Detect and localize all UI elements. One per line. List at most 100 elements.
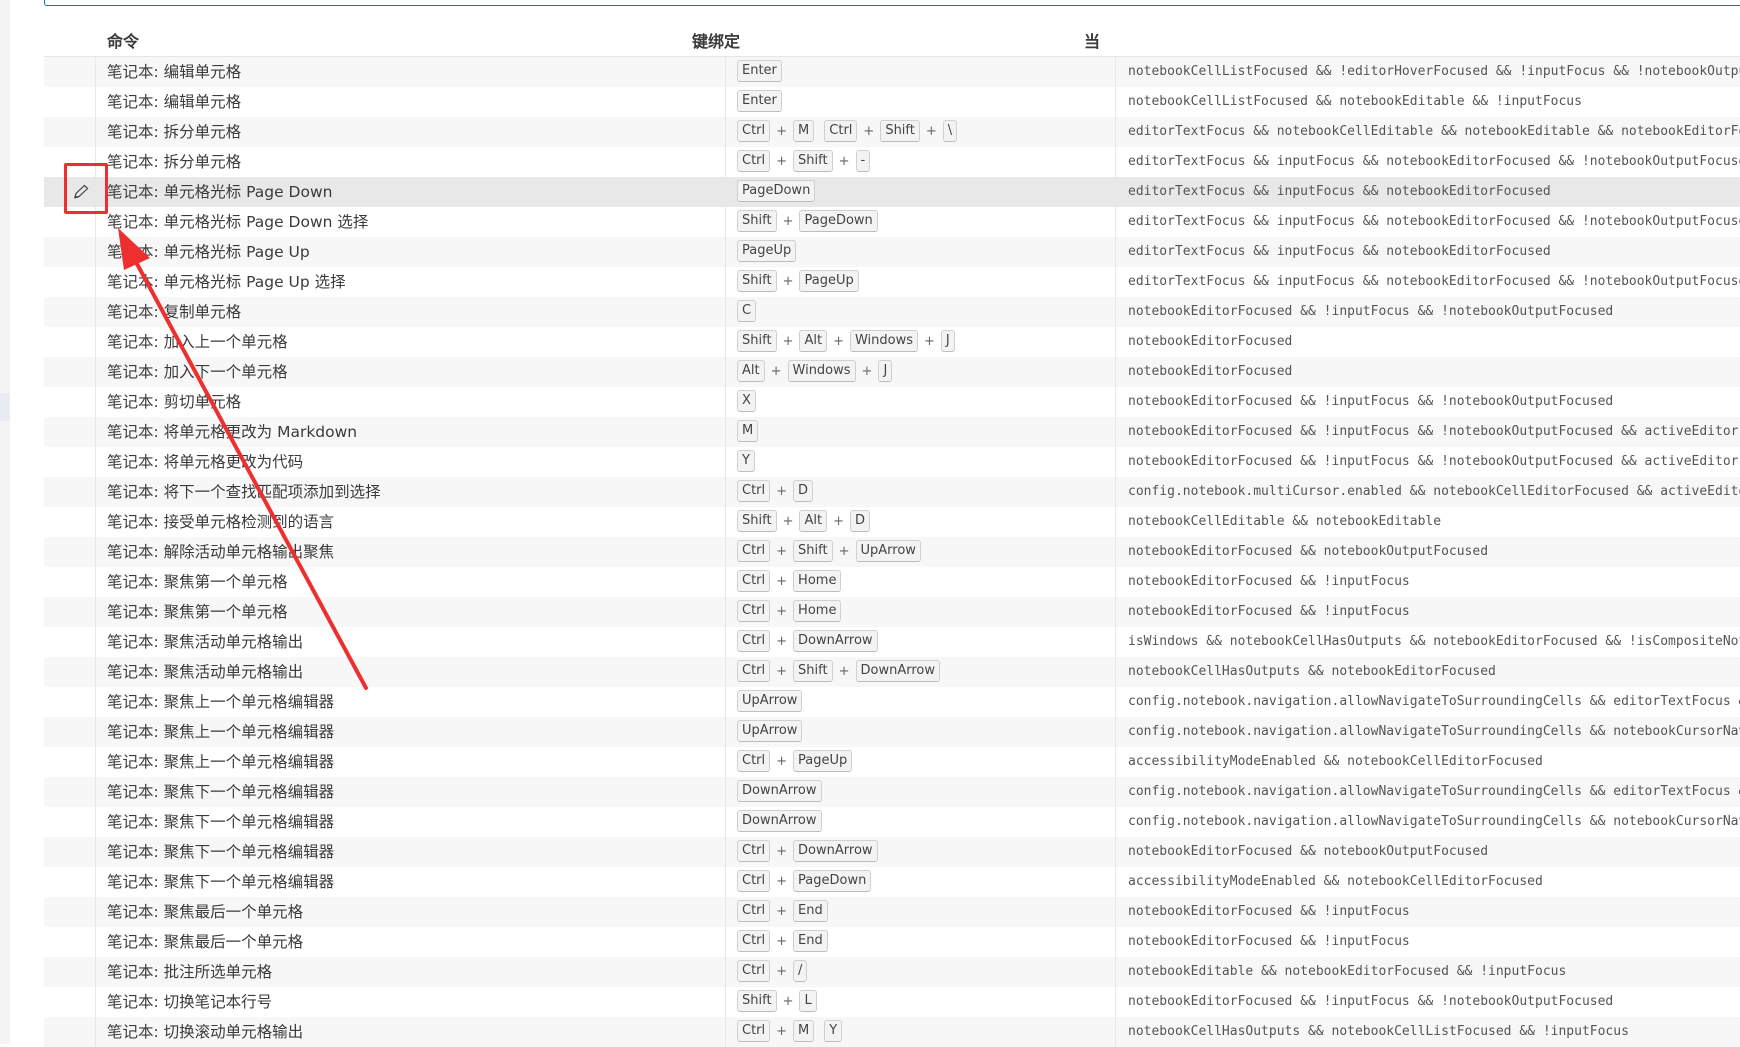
table-row[interactable]: 笔记本: 编辑单元格 Enter notebookCellListFocused &… <box>44 87 1740 117</box>
when-clause[interactable]: editorTextFocus && inputFocus && noteboo… <box>1117 267 1740 297</box>
keybinding-cell[interactable]: Ctrl + Home <box>727 597 1116 627</box>
keybinding-cell[interactable]: DownArrow <box>727 807 1116 837</box>
table-row[interactable]: 笔记本: 拆分单元格 Ctrl + Shift + - editorTextFocus &&… <box>44 147 1740 177</box>
edit-cell[interactable] <box>44 597 96 627</box>
search-input-edge[interactable] <box>44 0 1740 6</box>
table-row[interactable]: 笔记本: 将单元格更改为代码 YnotebookEditorFocused && … <box>44 447 1740 477</box>
edit-cell[interactable] <box>44 927 96 957</box>
table-row[interactable]: 笔记本: 聚焦第一个单元格 Ctrl + Home notebookEditorFocu… <box>44 567 1740 597</box>
keybinding-cell[interactable]: M <box>727 417 1116 447</box>
table-row[interactable]: 笔记本: 聚焦下一个单元格编辑器 Ctrl + DownArrow notebookEd… <box>44 837 1740 867</box>
edit-cell[interactable] <box>44 537 96 567</box>
edit-cell[interactable] <box>44 57 96 87</box>
keybinding-cell[interactable]: Ctrl + Home <box>727 567 1116 597</box>
edit-cell[interactable] <box>44 837 96 867</box>
edit-cell[interactable] <box>44 507 96 537</box>
keybinding-cell[interactable]: Shift + PageUp <box>727 267 1116 297</box>
keybinding-cell[interactable]: Ctrl + Shift + UpArrow <box>727 537 1116 567</box>
keybinding-cell[interactable]: PageDown <box>727 177 1116 207</box>
keybinding-cell[interactable]: Ctrl + M Ctrl + Shift + \ <box>727 117 1116 147</box>
edit-cell[interactable] <box>44 987 96 1017</box>
when-clause[interactable]: config.notebook.multiCursor.enabled && n… <box>1117 477 1740 507</box>
edit-cell[interactable] <box>44 477 96 507</box>
table-row[interactable]: 笔记本: 聚焦活动单元格输出 Ctrl + DownArrow isWindows &&… <box>44 627 1740 657</box>
table-row[interactable]: 笔记本: 聚焦下一个单元格编辑器 DownArrow config.notebook… <box>44 777 1740 807</box>
edit-cell[interactable] <box>44 867 96 897</box>
keybinding-cell[interactable]: Ctrl + Shift + - <box>727 147 1116 177</box>
when-clause[interactable]: notebookEditorFocused && !inputFocus <box>1117 597 1740 627</box>
when-clause[interactable]: notebookEditorFocused && !inputFocus && … <box>1117 387 1740 417</box>
keybinding-cell[interactable]: DownArrow <box>727 777 1116 807</box>
table-row[interactable]: 笔记本: 加入下一个单元格 Alt + Windows + JnotebookEditor… <box>44 357 1740 387</box>
keybinding-cell[interactable]: Ctrl + Shift + DownArrow <box>727 657 1116 687</box>
edit-cell[interactable] <box>44 957 96 987</box>
table-row[interactable]: 笔记本: 聚焦最后一个单元格 Ctrl + End notebookEditorFocu… <box>44 927 1740 957</box>
when-clause[interactable]: editorTextFocus && inputFocus && noteboo… <box>1117 147 1740 177</box>
table-row[interactable]: 笔记本: 聚焦下一个单元格编辑器 DownArrow config.notebook… <box>44 807 1740 837</box>
table-row[interactable]: 笔记本: 单元格光标 Page Down PageDown editorTextFo… <box>44 177 1740 207</box>
table-row[interactable]: 笔记本: 聚焦最后一个单元格 Ctrl + End notebookEditorFocu… <box>44 897 1740 927</box>
when-clause[interactable]: editorTextFocus && notebookCellEditable … <box>1117 117 1740 147</box>
edit-cell[interactable] <box>44 447 96 477</box>
edit-cell[interactable] <box>44 387 96 417</box>
table-row[interactable]: 笔记本: 解除活动单元格输出聚焦 Ctrl + Shift + UpArrow notebo… <box>44 537 1740 567</box>
keybinding-cell[interactable]: UpArrow <box>727 687 1116 717</box>
edit-cell[interactable] <box>44 117 96 147</box>
edit-cell[interactable] <box>44 267 96 297</box>
table-row[interactable]: 笔记本: 批注所选单元格 Ctrl + / notebookEditable && no… <box>44 957 1740 987</box>
when-clause[interactable]: notebookCellEditable && notebookEditable <box>1117 507 1740 537</box>
when-clause[interactable]: notebookEditorFocused && !inputFocus && … <box>1117 297 1740 327</box>
table-row[interactable]: 笔记本: 复制单元格 CnotebookEditorFocused && !inp… <box>44 297 1740 327</box>
when-clause[interactable]: notebookEditorFocused && notebookOutputF… <box>1117 537 1740 567</box>
when-clause[interactable]: config.notebook.navigation.allowNavigate… <box>1117 717 1740 747</box>
when-clause[interactable]: editorTextFocus && inputFocus && noteboo… <box>1117 237 1740 267</box>
when-clause[interactable]: notebookEditorFocused && !inputFocus <box>1117 567 1740 597</box>
keybinding-cell[interactable]: Enter <box>727 57 1116 87</box>
table-row[interactable]: 笔记本: 加入上一个单元格 Shift + Alt + Windows + Jnotebook… <box>44 327 1740 357</box>
when-clause[interactable]: notebookEditorFocused && !inputFocus <box>1117 927 1740 957</box>
keybinding-cell[interactable]: Ctrl + M Y <box>727 1017 1116 1047</box>
when-clause[interactable]: config.notebook.navigation.allowNavigate… <box>1117 687 1740 717</box>
table-row[interactable]: 笔记本: 单元格光标 Page Down 选择 Shift + PageDown edi… <box>44 207 1740 237</box>
table-row[interactable]: 笔记本: 将单元格更改为 Markdown MnotebookEditorFocu… <box>44 417 1740 447</box>
table-row[interactable]: 笔记本: 接受单元格检测到的语言 Shift + Alt + DnotebookCellE… <box>44 507 1740 537</box>
edit-cell[interactable] <box>44 297 96 327</box>
column-header-keybinding[interactable]: 键绑定 <box>692 28 740 52</box>
keybinding-cell[interactable]: Ctrl + D <box>727 477 1116 507</box>
table-row[interactable]: 笔记本: 单元格光标 Page Up PageUp editorTextFocus … <box>44 237 1740 267</box>
when-clause[interactable]: notebookEditorFocused && notebookOutputF… <box>1117 837 1740 867</box>
edit-cell[interactable] <box>44 657 96 687</box>
keybinding-cell[interactable]: X <box>727 387 1116 417</box>
when-clause[interactable]: accessibilityModeEnabled && notebookCell… <box>1117 747 1740 777</box>
keybinding-cell[interactable]: Ctrl + / <box>727 957 1116 987</box>
edit-cell[interactable] <box>44 687 96 717</box>
when-clause[interactable]: notebookEditorFocused && !inputFocus && … <box>1117 417 1740 447</box>
keybinding-cell[interactable]: Y <box>727 447 1116 477</box>
keybinding-cell[interactable]: Ctrl + PageUp <box>727 747 1116 777</box>
when-clause[interactable]: notebookCellHasOutputs && notebookEditor… <box>1117 657 1740 687</box>
when-clause[interactable]: notebookEditorFocused <box>1117 327 1740 357</box>
keybinding-cell[interactable]: PageUp <box>727 237 1116 267</box>
when-clause[interactable]: notebookCellHasOutputs && notebookCellLi… <box>1117 1017 1740 1047</box>
edit-cell[interactable] <box>44 747 96 777</box>
keybinding-cell[interactable]: Shift + L <box>727 987 1116 1017</box>
keybinding-cell[interactable]: Ctrl + DownArrow <box>727 837 1116 867</box>
when-clause[interactable]: config.notebook.navigation.allowNavigate… <box>1117 807 1740 837</box>
keybinding-cell[interactable]: Alt + Windows + J <box>727 357 1116 387</box>
keybinding-cell[interactable]: C <box>727 297 1116 327</box>
table-row[interactable]: 笔记本: 聚焦上一个单元格编辑器 UpArrow config.notebook.n… <box>44 717 1740 747</box>
when-clause[interactable]: notebookEditorFocused && !inputFocus && … <box>1117 987 1740 1017</box>
edit-cell[interactable] <box>44 327 96 357</box>
when-clause[interactable]: notebookCellListFocused && !editorHoverF… <box>1117 57 1740 87</box>
when-clause[interactable]: notebookEditorFocused <box>1117 357 1740 387</box>
edit-cell[interactable] <box>44 1017 96 1047</box>
table-row[interactable]: 笔记本: 剪切单元格 XnotebookEditorFocused && !inp… <box>44 387 1740 417</box>
table-row[interactable]: 笔记本: 拆分单元格 Ctrl + M Ctrl + Shift + \ editorTextFo… <box>44 117 1740 147</box>
keybinding-cell[interactable]: Ctrl + End <box>727 897 1116 927</box>
when-clause[interactable]: notebookEditorFocused && !inputFocus <box>1117 897 1740 927</box>
column-header-when[interactable]: 当 <box>1084 28 1100 52</box>
when-clause[interactable]: editorTextFocus && inputFocus && noteboo… <box>1117 177 1740 207</box>
when-clause[interactable]: notebookEditorFocused && !inputFocus && … <box>1117 447 1740 477</box>
keybinding-cell[interactable]: Shift + Alt + Windows + J <box>727 327 1116 357</box>
when-clause[interactable]: editorTextFocus && inputFocus && noteboo… <box>1117 207 1740 237</box>
